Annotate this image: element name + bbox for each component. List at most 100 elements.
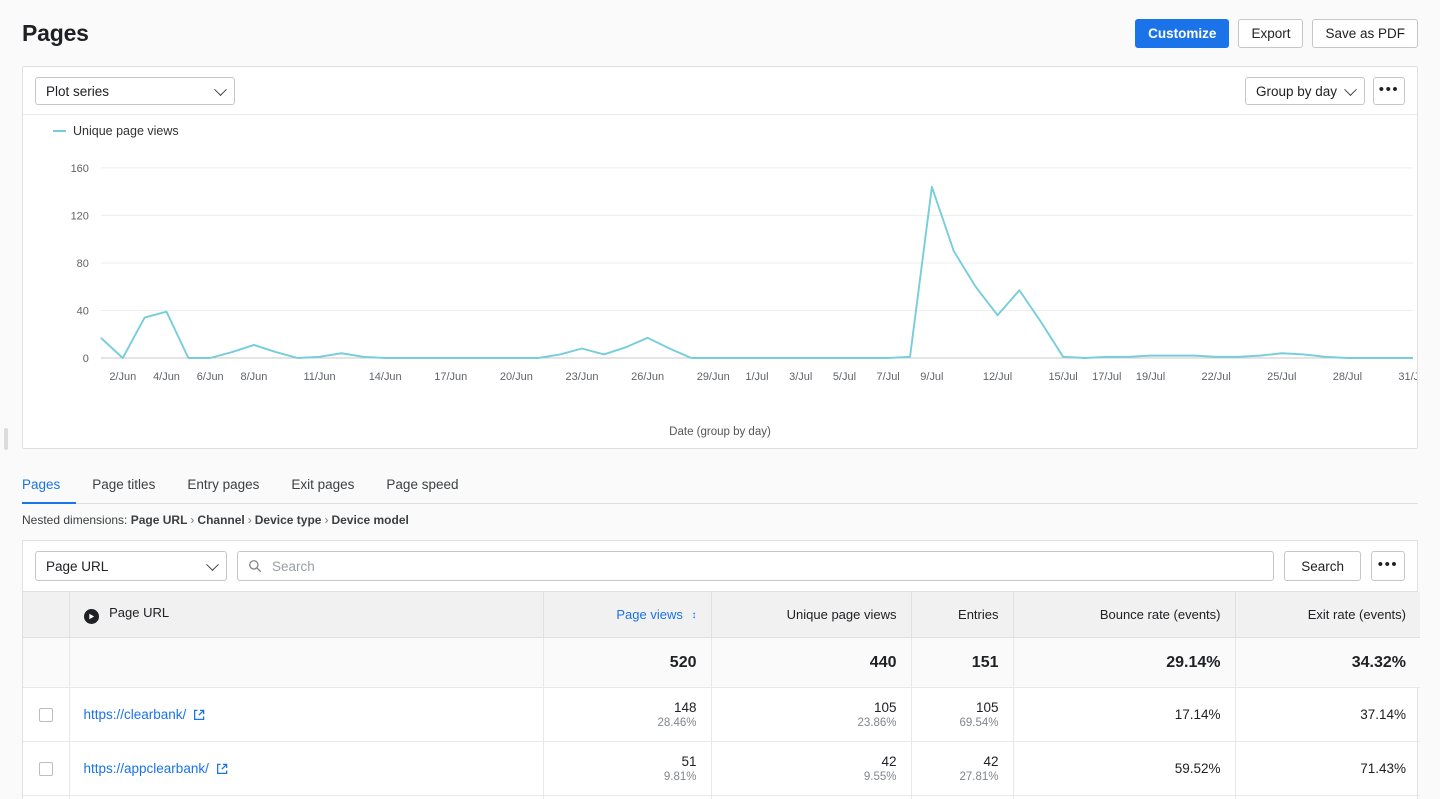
column-label-bounce-rate: Bounce rate (events)	[1099, 607, 1221, 622]
nested-dimension-channel[interactable]: Channel	[197, 513, 244, 527]
row-url-link[interactable]: https://appclearbank/	[84, 761, 209, 776]
header-actions: Customize Export Save as PDF	[1135, 18, 1418, 48]
row-checkbox-cell[interactable]	[23, 795, 70, 799]
customize-button[interactable]: Customize	[1135, 18, 1230, 48]
row-entries: 105 69.54%	[911, 687, 1014, 742]
row-exit-rate: 12.12%	[1235, 795, 1420, 799]
dimension-select-label: Page URL	[46, 558, 109, 574]
svg-text:26/Jun: 26/Jun	[631, 371, 664, 383]
table-more-options-button[interactable]: •••	[1371, 551, 1405, 581]
totals-page-views: 520	[543, 637, 712, 688]
search-input[interactable]	[270, 557, 1264, 575]
nested-dimension-separator: ›	[324, 513, 329, 527]
column-header-page-views[interactable]: Page views ↕	[543, 592, 712, 638]
search-button[interactable]: Search	[1284, 551, 1361, 581]
chevron-down-icon	[1344, 83, 1357, 97]
chevron-down-icon	[214, 83, 227, 97]
nested-dimension-page-url[interactable]: Page URL	[131, 513, 188, 527]
svg-text:40: 40	[77, 305, 89, 317]
row-unique-page-views: 42 9.55%	[711, 741, 912, 796]
svg-text:25/Jul: 25/Jul	[1267, 371, 1296, 383]
table-row[interactable]: https://clearbank/benefits/407.69%337.5%…	[23, 795, 1420, 799]
row-unique-page-views-value: 42	[881, 754, 897, 769]
plot-series-select[interactable]: Plot series	[35, 77, 235, 105]
row-page-views-percent: 28.46%	[657, 717, 697, 729]
row-url-cell[interactable]: https://appclearbank/	[69, 741, 544, 796]
table-search-bar: Page URL Search •••	[22, 540, 1418, 591]
chevron-down-icon	[206, 558, 219, 572]
search-icon	[249, 560, 262, 573]
chart-more-options-button[interactable]: •••	[1373, 77, 1405, 105]
svg-text:23/Jun: 23/Jun	[566, 371, 599, 383]
nested-dimensions-list: Page URL › Channel › Device type › Device mode…	[131, 513, 409, 527]
chart-toolbar-right: Group by day •••	[1245, 77, 1405, 105]
search-box[interactable]	[237, 551, 1275, 581]
tab-entry-pages[interactable]: Entry pages	[171, 471, 275, 504]
svg-text:0: 0	[83, 353, 89, 365]
tab-page-titles[interactable]: Page titles	[76, 471, 171, 504]
row-url-link[interactable]: https://clearbank/	[84, 707, 187, 722]
row-unique-page-views: 105 23.86%	[711, 687, 912, 742]
left-edge-scroll-nub[interactable]	[4, 428, 8, 450]
external-link-icon	[216, 763, 228, 775]
row-entries: 00%	[911, 795, 1014, 799]
svg-text:17/Jun: 17/Jun	[434, 371, 467, 383]
dimension-select[interactable]: Page URL	[35, 551, 227, 581]
nested-dimension-separator: ›	[247, 513, 252, 527]
pages-table-container: Page URL Page views ↕ Unique page views …	[22, 591, 1420, 799]
chart-plot-area[interactable]: 0 40 80 120 160 2/Jun 4/Jun 6/Jun 8/Jun 11/Jun 14/…	[23, 142, 1417, 432]
row-page-views-value: 51	[681, 754, 697, 769]
row-entries: 42 27.81%	[911, 741, 1014, 796]
svg-text:1/Jul: 1/Jul	[745, 371, 768, 383]
row-url-cell[interactable]: https://clearbank/benefits/	[69, 795, 544, 799]
group-by-select[interactable]: Group by day	[1245, 77, 1365, 105]
group-by-label: Group by day	[1256, 83, 1338, 99]
svg-text:5/Jul: 5/Jul	[833, 371, 856, 383]
table-row[interactable]: https://clearbank/148 28.46% 105 23.86% 105 6…	[23, 687, 1420, 742]
select-all-header	[23, 592, 70, 638]
row-checkbox[interactable]	[38, 707, 53, 722]
row-unique-page-views-value: 105	[873, 700, 897, 715]
chart-card: Plot series Group by day ••• Unique page…	[22, 66, 1418, 449]
table-header-row: Page URL Page views ↕ Unique page views …	[23, 592, 1420, 638]
column-header-entries[interactable]: Entries	[911, 592, 1014, 638]
svg-text:8/Jun: 8/Jun	[241, 371, 268, 383]
nested-dimension-device-type[interactable]: Device type	[255, 513, 322, 527]
tab-exit-pages[interactable]: Exit pages	[275, 471, 370, 504]
row-entries-value: 105	[975, 700, 999, 715]
svg-text:14/Jun: 14/Jun	[369, 371, 402, 383]
svg-text:12/Jul: 12/Jul	[983, 371, 1012, 383]
svg-text:9/Jul: 9/Jul	[920, 371, 943, 383]
svg-text:2/Jun: 2/Jun	[109, 371, 136, 383]
row-checkbox-cell[interactable]	[23, 687, 70, 742]
column-header-exit-rate[interactable]: Exit rate (events)	[1235, 592, 1420, 638]
pages-table: Page URL Page views ↕ Unique page views …	[23, 592, 1420, 799]
export-button[interactable]: Export	[1238, 18, 1304, 48]
totals-checkbox-cell	[23, 637, 70, 688]
column-header-bounce-rate[interactable]: Bounce rate (events)	[1013, 592, 1236, 638]
page-header: Pages Customize Export Save as PDF	[0, 0, 1440, 66]
row-exit-rate: 71.43%	[1235, 741, 1420, 796]
tab-pages[interactable]: Pages	[22, 471, 77, 504]
row-page-views: 148 28.46%	[543, 687, 712, 742]
row-url-cell[interactable]: https://clearbank/	[69, 687, 544, 742]
tabs: Pages Page titles Entry pages Exit pages Pag…	[22, 471, 1418, 504]
nested-dimension-device-model[interactable]: Device model	[331, 513, 408, 527]
external-link-icon	[194, 709, 205, 721]
row-checkbox-cell[interactable]	[23, 741, 70, 796]
tab-page-speed[interactable]: Page speed	[370, 471, 474, 504]
column-header-unique-page-views[interactable]: Unique page views	[711, 592, 912, 638]
save-as-pdf-button[interactable]: Save as PDF	[1312, 18, 1418, 48]
svg-text:4/Jun: 4/Jun	[153, 371, 180, 383]
row-unique-page-views: 337.5%	[711, 795, 912, 799]
row-checkbox[interactable]	[38, 761, 53, 776]
table-row[interactable]: https://appclearbank/51 9.81% 42 9.55% 42 27.…	[23, 741, 1420, 796]
chart-toolbar: Plot series Group by day •••	[23, 67, 1417, 115]
line-chart-svg: 0 40 80 120 160 2/Jun 4/Jun 6/Jun 8/Jun 11/Jun 14/…	[71, 163, 1417, 383]
row-bounce-rate: 17.14%	[1013, 687, 1236, 742]
column-header-page-url[interactable]: Page URL	[69, 592, 544, 638]
svg-text:22/Jul: 22/Jul	[1202, 371, 1231, 383]
totals-label-cell	[69, 637, 544, 688]
nested-dimension-separator: ›	[190, 513, 195, 527]
row-page-views-percent: 9.81%	[663, 771, 697, 783]
